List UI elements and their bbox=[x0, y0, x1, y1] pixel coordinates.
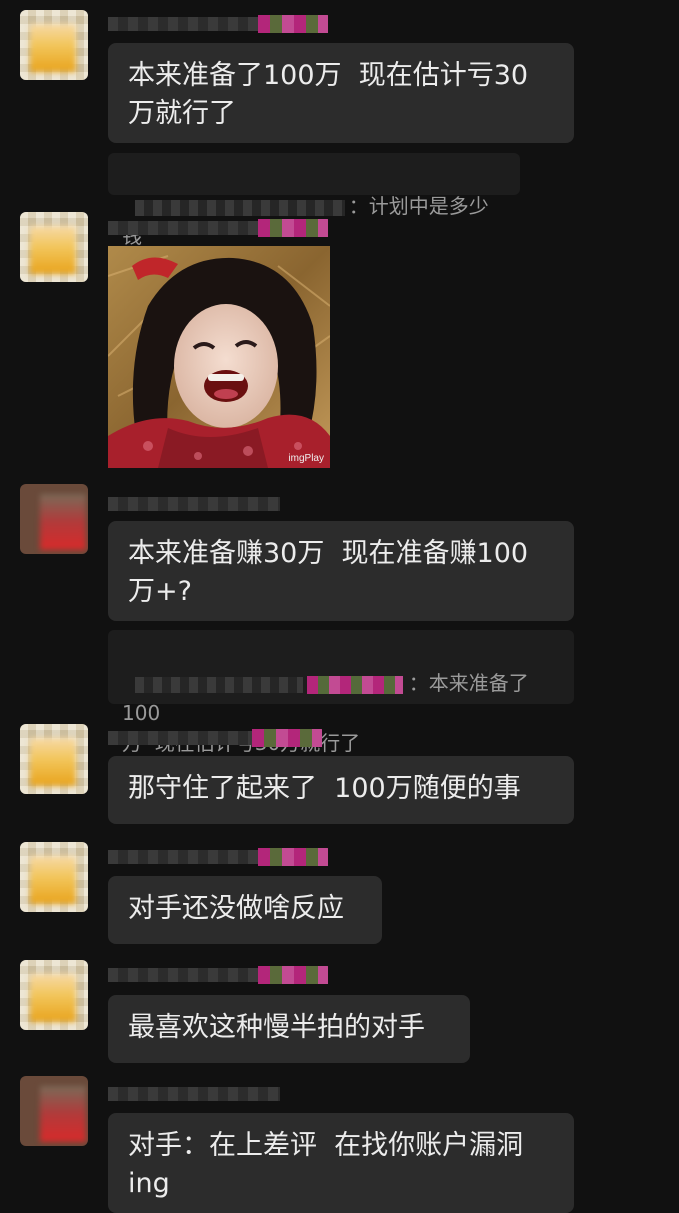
quote-separator: ： bbox=[348, 194, 369, 218]
quoted-message[interactable]: ：本来准备了100万 现在估计亏30万就行了 bbox=[108, 630, 574, 755]
avatar[interactable] bbox=[20, 960, 88, 1030]
sender-name-blurred bbox=[108, 965, 328, 987]
message-bubble[interactable]: 对手还没做啥反应 bbox=[108, 876, 382, 944]
sticker-watermark: imgPlay bbox=[288, 453, 324, 464]
avatar[interactable] bbox=[20, 212, 88, 282]
laughing-girl-sticker[interactable]: imgPlay bbox=[108, 246, 330, 468]
avatar[interactable] bbox=[20, 724, 88, 794]
message-bubble[interactable]: 最喜欢这种慢半拍的对手 bbox=[108, 995, 470, 1063]
message-bubble[interactable]: 那守住了起来了 100万随便的事 bbox=[108, 756, 574, 824]
sender-name-blurred bbox=[108, 728, 322, 750]
message-bubble[interactable]: 对手：在上差评 在找你账户漏洞 ing bbox=[108, 1113, 574, 1213]
sender-name-blurred bbox=[108, 494, 280, 516]
sender-name-blurred bbox=[108, 847, 328, 869]
message-bubble[interactable]: 本来准备了100万 现在估计亏30 万就行了 bbox=[108, 43, 574, 143]
message-bubble[interactable]: 本来准备赚30万 现在准备赚100 万+? bbox=[108, 521, 574, 621]
avatar[interactable] bbox=[20, 484, 88, 554]
sticker-image bbox=[108, 246, 330, 468]
quote-separator: ： bbox=[408, 671, 429, 695]
sender-name-blurred bbox=[108, 1084, 280, 1106]
quoted-message[interactable]: ：计划中是多少钱 bbox=[108, 153, 520, 248]
sender-name-blurred bbox=[108, 14, 328, 36]
sender-name-blurred bbox=[108, 218, 328, 240]
avatar[interactable] bbox=[20, 1076, 88, 1146]
avatar[interactable] bbox=[20, 10, 88, 80]
avatar[interactable] bbox=[20, 842, 88, 912]
